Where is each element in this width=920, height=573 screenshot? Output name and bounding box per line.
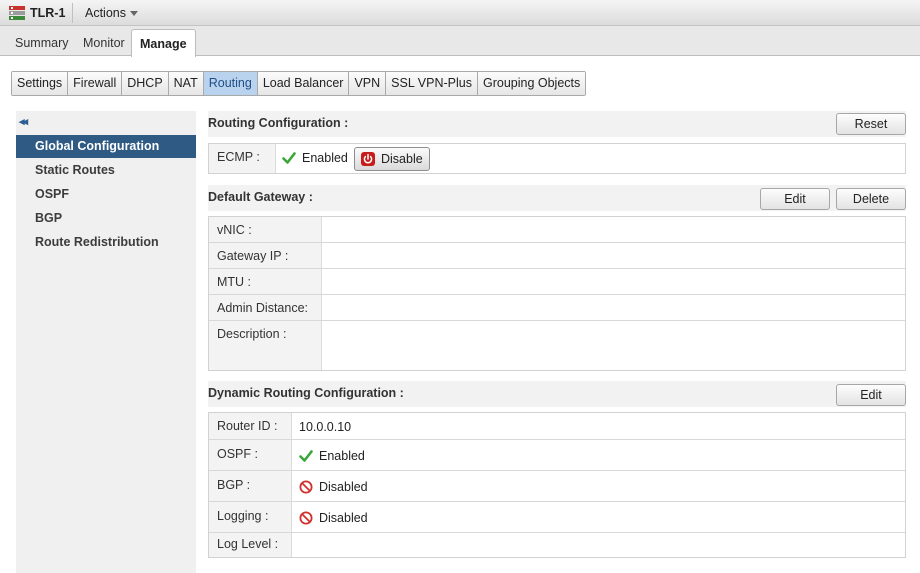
dynamic-routing-edit-button[interactable]: Edit xyxy=(836,384,906,406)
ospf-row: OSPF : Enabled xyxy=(209,440,905,471)
power-icon xyxy=(361,152,375,166)
sidebar-item-bgp[interactable]: BGP xyxy=(16,207,196,230)
ecmp-panel: ECMP : Enabled Disable xyxy=(208,143,906,174)
default-gateway-panel: vNIC : Gateway IP : MTU : Admin Distance… xyxy=(208,216,906,371)
subtab-grouping-objects[interactable]: Grouping Objects xyxy=(477,72,586,95)
window-title: TLR-1 xyxy=(30,6,66,20)
tab-summary[interactable]: Summary xyxy=(15,36,68,50)
mtu-label: MTU : xyxy=(209,269,322,294)
ecmp-status-text: Enabled xyxy=(302,151,348,165)
subtab-firewall[interactable]: Firewall xyxy=(68,72,123,95)
actions-menu[interactable]: Actions xyxy=(85,6,138,20)
default-gateway-title: Default Gateway : xyxy=(208,190,313,204)
sidebar-item-ospf[interactable]: OSPF xyxy=(16,183,196,206)
sidebar-item-route-redistribution[interactable]: Route Redistribution xyxy=(16,231,196,254)
subtab-routing[interactable]: Routing xyxy=(203,72,258,95)
bgp-label: BGP : xyxy=(209,471,292,501)
tab-monitor[interactable]: Monitor xyxy=(83,36,125,50)
disabled-icon xyxy=(299,480,313,494)
dynamic-routing-title: Dynamic Routing Configuration : xyxy=(208,386,404,400)
top-tab-bar: Summary Monitor Manage xyxy=(0,26,920,57)
chevron-down-icon xyxy=(130,11,138,17)
disabled-icon xyxy=(299,511,313,525)
admin-distance-label: Admin Distance: xyxy=(209,295,322,320)
sidebar-item-global-configuration[interactable]: Global Configuration xyxy=(16,135,196,158)
logging-status-text: Disabled xyxy=(319,511,368,525)
gateway-mtu-row: MTU : xyxy=(209,269,905,295)
ospf-label: OSPF : xyxy=(209,440,292,470)
subtab-dhcp[interactable]: DHCP xyxy=(122,72,169,95)
log-level-row: Log Level : xyxy=(209,533,905,557)
gateway-ip-row: Gateway IP : xyxy=(209,243,905,269)
ospf-status-text: Enabled xyxy=(319,449,365,463)
default-gateway-edit-button[interactable]: Edit xyxy=(760,188,830,210)
subtab-vpn[interactable]: VPN xyxy=(349,72,387,95)
router-app-icon xyxy=(9,6,25,20)
disable-label: Disable xyxy=(381,152,423,166)
bgp-status-text: Disabled xyxy=(319,480,368,494)
gateway-ip-label: Gateway IP : xyxy=(209,243,322,268)
gateway-description-row: Description : xyxy=(209,321,905,370)
subtab-settings[interactable]: Settings xyxy=(12,72,69,95)
ecmp-label: ECMP : xyxy=(209,144,276,173)
logging-status: Disabled xyxy=(299,511,368,525)
collapse-sidebar-icon[interactable]: ◂◂ xyxy=(19,115,28,128)
ecmp-row: ECMP : Enabled Disable xyxy=(209,144,905,173)
bgp-status: Disabled xyxy=(299,480,368,494)
subtab-nat[interactable]: NAT xyxy=(168,72,204,95)
routing-configuration-title: Routing Configuration : xyxy=(208,116,349,130)
title-divider xyxy=(72,3,73,23)
check-icon xyxy=(299,450,313,462)
disable-ecmp-button[interactable]: Disable xyxy=(354,147,430,171)
manage-subtab-bar: Settings Firewall DHCP NAT Routing Load … xyxy=(11,71,587,96)
router-id-label: Router ID : xyxy=(209,413,292,439)
routing-configuration-header: Routing Configuration : Reset xyxy=(208,111,906,137)
ecmp-status: Enabled xyxy=(282,151,348,165)
routing-sidebar: ◂◂ Global Configuration Static Routes OS… xyxy=(16,111,196,573)
log-level-label: Log Level : xyxy=(209,533,292,557)
title-bar: TLR-1 Actions xyxy=(0,0,920,26)
vnic-label: vNIC : xyxy=(209,217,322,242)
tab-manage[interactable]: Manage xyxy=(131,29,196,57)
check-icon xyxy=(282,152,296,164)
description-label: Description : xyxy=(209,321,322,370)
logging-label: Logging : xyxy=(209,502,292,532)
default-gateway-delete-button[interactable]: Delete xyxy=(836,188,906,210)
default-gateway-header: Default Gateway : Edit Delete xyxy=(208,185,906,211)
dynamic-routing-panel: Router ID : 10.0.0.10 OSPF : Enabled BGP… xyxy=(208,412,906,558)
dynamic-routing-header: Dynamic Routing Configuration : Edit xyxy=(208,381,906,407)
gateway-admin-distance-row: Admin Distance: xyxy=(209,295,905,321)
gateway-vnic-row: vNIC : xyxy=(209,217,905,243)
subtab-ssl-vpn-plus[interactable]: SSL VPN-Plus xyxy=(386,72,478,95)
actions-label: Actions xyxy=(85,6,126,20)
router-id-row: Router ID : 10.0.0.10 xyxy=(209,413,905,440)
bgp-row: BGP : Disabled xyxy=(209,471,905,502)
ospf-status: Enabled xyxy=(299,449,365,463)
subtab-load-balancer[interactable]: Load Balancer xyxy=(257,72,350,95)
router-id-value: 10.0.0.10 xyxy=(299,420,352,434)
logging-row: Logging : Disabled xyxy=(209,502,905,533)
sidebar-item-static-routes[interactable]: Static Routes xyxy=(16,159,196,182)
reset-button[interactable]: Reset xyxy=(836,113,906,135)
